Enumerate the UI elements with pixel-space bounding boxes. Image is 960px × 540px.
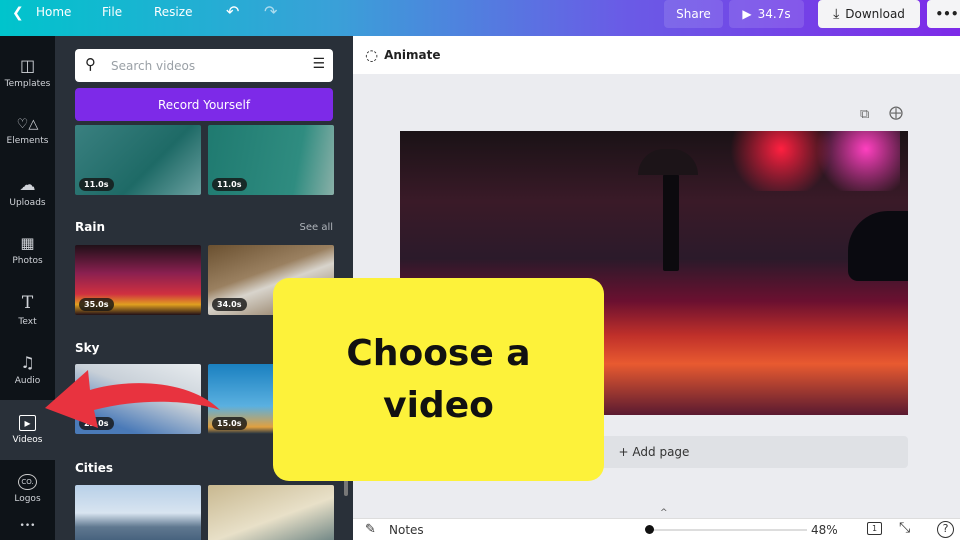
sidebar: ◫ Templates ♡△ Elements ☁ Uploads ▦ Photos T… <box>0 36 55 540</box>
music-note-icon: ♫ <box>20 352 35 372</box>
expand-pages-chevron-icon[interactable]: ^ <box>660 508 668 518</box>
sidebar-item-label: Photos <box>12 256 43 266</box>
video-thumbnail[interactable]: 11.0s <box>208 125 334 195</box>
red-arrow <box>45 370 220 428</box>
home-button[interactable]: Home <box>36 5 71 19</box>
share-button[interactable]: Share <box>664 0 723 28</box>
video-icon: ▸ <box>19 415 36 431</box>
section-title-sky: Sky <box>75 341 100 355</box>
sidebar-item-elements[interactable]: ♡△ Elements <box>0 103 55 159</box>
zoom-slider[interactable] <box>647 529 807 531</box>
zoom-level[interactable]: 48% <box>811 523 838 537</box>
top-bar: ❮ Home File Resize ↶ ↷ Share ▶ 34.7s ⤓ Dow… <box>0 0 960 36</box>
canvas-toolbar: ◌ Animate <box>353 36 960 74</box>
play-duration: 34.7s <box>757 7 791 21</box>
duration-badge: 11.0s <box>79 178 114 191</box>
section-title-rain: Rain <box>75 220 105 234</box>
callout-box: Choose a video <box>273 278 604 481</box>
sidebar-item-label: Uploads <box>9 197 46 208</box>
templates-icon: ◫ <box>19 55 36 75</box>
duration-badge: 35.0s <box>79 298 114 311</box>
add-page-icon[interactable]: ⨁ <box>889 105 903 121</box>
sidebar-item-label: Text <box>18 317 37 327</box>
download-button[interactable]: ⤓ Download <box>818 0 920 28</box>
bottom-bar: ✎ Notes 48% 1 ⤡ ? <box>353 518 960 540</box>
red-arrow-shape <box>45 370 220 428</box>
sidebar-item-text[interactable]: T Text <box>0 282 55 338</box>
logo-icon: CO. <box>18 474 37 490</box>
animate-button[interactable]: Animate <box>384 48 440 62</box>
sidebar-item-label: Templates <box>4 78 51 89</box>
video-thumbnail[interactable]: 11.0s <box>75 125 201 195</box>
see-all-link[interactable]: See all <box>299 222 333 233</box>
help-icon[interactable]: ? <box>937 521 954 538</box>
video-thumbnail[interactable] <box>208 485 334 540</box>
more-icon: ••• <box>935 7 959 21</box>
more-button[interactable]: ••• <box>927 0 960 28</box>
sidebar-item-templates[interactable]: ◫ Templates <box>0 44 55 100</box>
sidebar-more[interactable]: ••• <box>0 514 55 538</box>
fullscreen-icon[interactable]: ⤡ <box>899 520 910 536</box>
search-placeholder: Search videos <box>111 58 196 73</box>
elements-icon: ♡△ <box>16 116 39 132</box>
video-thumbnail[interactable]: 35.0s <box>75 245 201 315</box>
resize-button[interactable]: Resize <box>154 5 192 19</box>
zoom-slider-handle[interactable] <box>645 525 654 534</box>
share-label: Share <box>676 7 711 21</box>
back-chevron-icon[interactable]: ❮ <box>12 5 24 21</box>
notes-button[interactable]: Notes <box>389 523 424 537</box>
sidebar-item-logos[interactable]: CO. Logos <box>0 461 55 517</box>
video-thumbnail[interactable] <box>75 485 201 540</box>
duration-badge: 34.0s <box>212 298 247 311</box>
animate-icon[interactable]: ◌ <box>365 46 378 64</box>
play-button[interactable]: ▶ 34.7s <box>729 0 804 28</box>
text-icon: T <box>21 293 34 313</box>
download-icon: ⤓ <box>833 6 840 22</box>
filter-sliders-icon[interactable]: ☰ <box>312 56 325 72</box>
section-title-cities: Cities <box>75 461 114 475</box>
notes-icon[interactable]: ✎ <box>365 522 376 537</box>
redo-icon[interactable]: ↷ <box>264 2 277 21</box>
duration-badge: 11.0s <box>212 178 247 191</box>
search-input[interactable]: ⚲ Search videos ☰ <box>75 49 333 82</box>
umbrella <box>638 149 698 175</box>
sidebar-item-photos[interactable]: ▦ Photos <box>0 222 55 278</box>
image-icon: ▦ <box>20 234 35 252</box>
file-menu[interactable]: File <box>102 5 122 19</box>
neon-lights <box>730 131 900 191</box>
callout-text: Choose a video <box>346 332 531 426</box>
upload-cloud-icon: ☁ <box>19 174 36 194</box>
more-dots-icon: ••• <box>19 521 36 531</box>
sidebar-item-label: Videos <box>12 435 43 445</box>
sidebar-item-label: Audio <box>14 375 41 386</box>
search-icon: ⚲ <box>85 55 96 73</box>
undo-icon[interactable]: ↶ <box>226 2 239 21</box>
page-count-icon[interactable]: 1 <box>867 522 883 535</box>
record-yourself-button[interactable]: Record Yourself <box>75 88 333 121</box>
sidebar-item-label: Elements <box>6 135 49 146</box>
download-label: Download <box>845 7 905 21</box>
sidebar-item-uploads[interactable]: ☁ Uploads <box>0 163 55 219</box>
sidebar-item-label: Logos <box>14 494 41 504</box>
duplicate-page-icon[interactable]: ⧉ <box>860 107 869 122</box>
car-silhouette <box>848 211 908 281</box>
play-icon: ▶ <box>742 7 752 21</box>
person-with-umbrella <box>663 171 679 271</box>
